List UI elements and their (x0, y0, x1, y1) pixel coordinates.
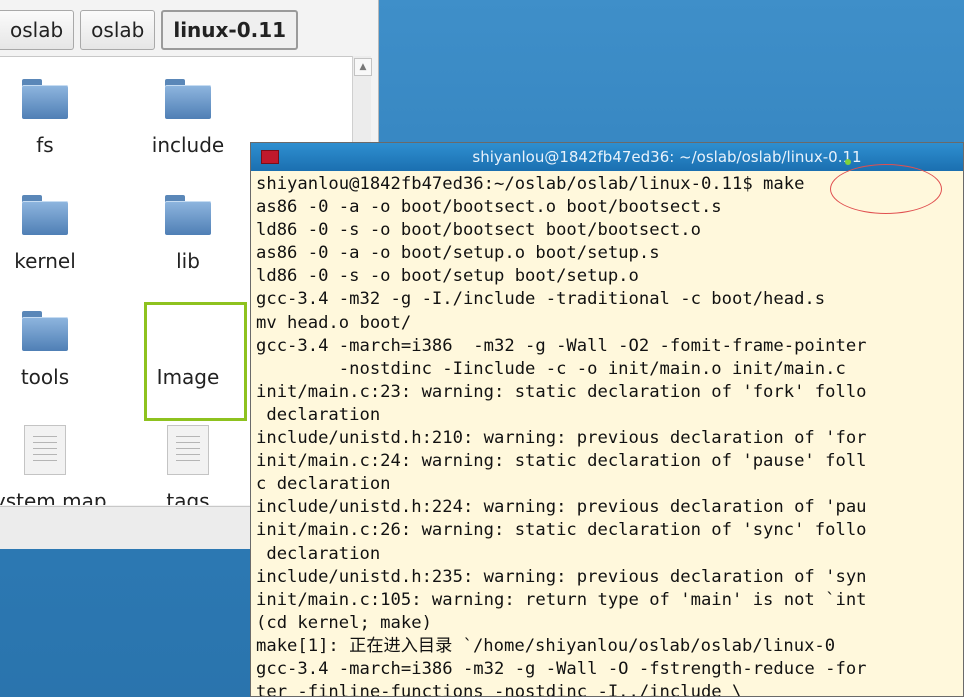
file-item-lib[interactable]: lib (123, 195, 253, 273)
terminal-line: declaration (256, 543, 381, 564)
terminal-line: init/main.c:105: warning: return type of… (256, 589, 867, 610)
file-label: fs (36, 133, 54, 157)
folder-icon (22, 79, 68, 119)
breadcrumb-oslab-1[interactable]: oslab (0, 10, 75, 50)
document-icon (167, 425, 209, 475)
terminal-line: init/main.c:23: warning: static declarat… (256, 381, 867, 402)
file-item-system-map[interactable]: system.map (0, 425, 110, 505)
breadcrumb-oslab-2[interactable]: oslab (80, 10, 156, 50)
selection-highlight (144, 302, 247, 421)
file-item-tags[interactable]: tags (123, 425, 253, 505)
terminal-line: gcc-3.4 -march=i386 -m32 -g -Wall -O -fs… (256, 658, 867, 679)
file-item-kernel[interactable]: kernel (0, 195, 110, 273)
terminal-line: gcc-3.4 -m32 -g -I./include -traditional… (256, 289, 826, 310)
terminal-line: (cd kernel; make) (256, 612, 432, 633)
terminal-line: declaration (256, 404, 381, 425)
file-item-fs[interactable]: fs (0, 79, 110, 157)
breadcrumb-linux-0-11[interactable]: linux-0.11 (161, 10, 299, 50)
file-item-tools[interactable]: tools (0, 311, 110, 389)
folder-icon (22, 311, 68, 351)
terminal-line: as86 -0 -a -o boot/setup.o boot/setup.s (256, 243, 660, 264)
breadcrumb: oslab oslab linux-0.11 (0, 10, 299, 54)
terminal-line: include/unistd.h:224: warning: previous … (256, 497, 867, 518)
terminal-title: shiyanlou@1842fb47ed36: ~/oslab/oslab/li… (472, 148, 862, 166)
terminal-line: init/main.c:26: warning: static declarat… (256, 520, 867, 541)
terminal-window[interactable]: shiyanlou@1842fb47ed36: ~/oslab/oslab/li… (250, 142, 964, 697)
file-label: system.map (0, 489, 107, 505)
annotation-ellipse (830, 164, 942, 214)
terminal-line: -nostdinc -Iinclude -c -o init/main.o in… (256, 358, 846, 379)
terminal-line: make[1]: 正在进入目录 `/home/shiyanlou/oslab/o… (256, 635, 836, 656)
document-icon (24, 425, 66, 475)
file-label: include (151, 133, 225, 157)
terminal-line: include/unistd.h:210: warning: previous … (256, 428, 867, 449)
indicator-dot-icon (845, 159, 851, 165)
terminal-output[interactable]: shiyanlou@1842fb47ed36:~/oslab/oslab/lin… (251, 171, 963, 697)
terminal-line: ld86 -0 -s -o boot/setup boot/setup.o (256, 266, 639, 287)
scroll-up-icon[interactable]: ▲ (354, 58, 372, 76)
folder-icon (22, 195, 68, 235)
file-label: lib (176, 249, 200, 273)
file-item-include[interactable]: include (123, 79, 253, 157)
folder-icon (165, 195, 211, 235)
terminal-line: init/main.c:24: warning: static declarat… (256, 451, 867, 472)
file-label: tags (166, 489, 210, 505)
folder-icon (165, 79, 211, 119)
terminal-line: ld86 -0 -s -o boot/bootsect boot/bootsec… (256, 220, 701, 241)
terminal-line: include/unistd.h:235: warning: previous … (256, 566, 867, 587)
terminal-line: c declaration (256, 474, 391, 495)
terminal-line: gcc-3.4 -march=i386 -m32 -g -Wall -O2 -f… (256, 335, 867, 356)
file-label: tools (20, 365, 70, 389)
terminal-line: ter -finline-functions -nostdinc -I../in… (256, 682, 743, 697)
file-label: kernel (14, 249, 76, 273)
terminal-line: mv head.o boot/ (256, 312, 412, 333)
